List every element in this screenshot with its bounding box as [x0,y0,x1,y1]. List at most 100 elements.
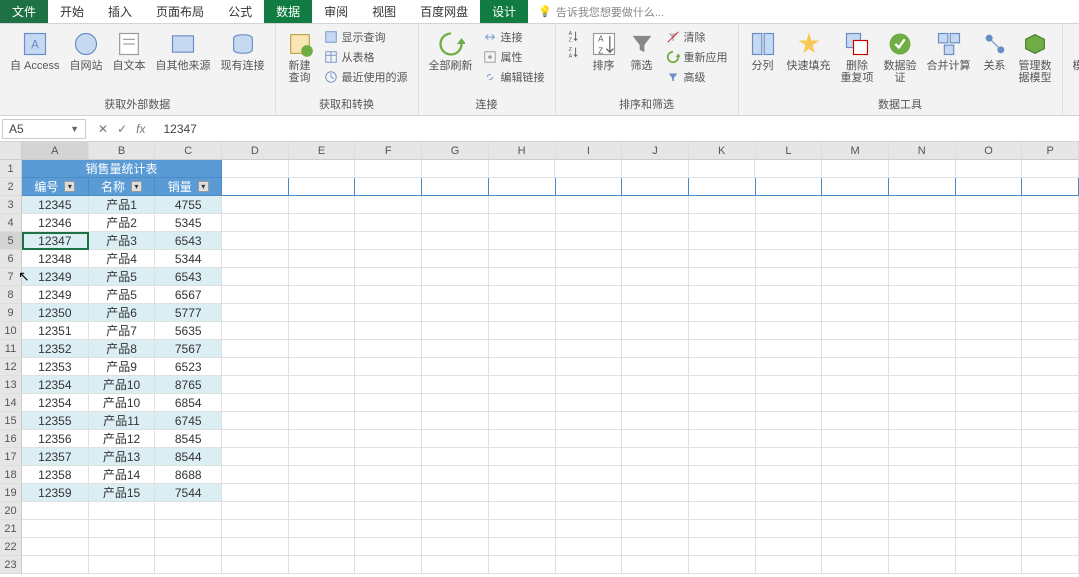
cell[interactable] [822,376,889,394]
cell[interactable]: 12354 [22,394,89,412]
row-header[interactable]: 17 [0,448,22,466]
row-header[interactable]: 21 [0,520,22,538]
cell[interactable] [422,286,489,304]
cell[interactable] [822,412,889,430]
cell[interactable] [956,358,1023,376]
cell[interactable] [1022,502,1079,520]
cell[interactable] [489,394,556,412]
tab-formula[interactable]: 公式 [216,0,264,23]
cell[interactable] [622,556,689,574]
data-validation-button[interactable]: 数据验 证 [880,28,921,86]
cell[interactable] [422,322,489,340]
cell[interactable] [756,304,823,322]
cell[interactable] [822,538,889,556]
cell[interactable] [889,214,956,232]
tab-data[interactable]: 数据 [264,0,312,23]
cell[interactable] [822,448,889,466]
text-to-columns-button[interactable]: 分列 [745,28,781,74]
cell[interactable] [1022,376,1079,394]
cell[interactable]: 12347 [22,232,89,250]
cell[interactable] [1022,484,1079,502]
cell[interactable] [89,556,156,574]
cell[interactable] [489,430,556,448]
cell[interactable]: 产品9 [89,358,156,376]
cell[interactable] [1022,304,1079,322]
cell[interactable]: 12352 [22,340,89,358]
cell[interactable]: 8688 [155,466,222,484]
cell[interactable]: 产品5 [89,268,156,286]
cell[interactable]: 12351 [22,322,89,340]
cell[interactable] [756,466,823,484]
cell[interactable]: 12350 [22,304,89,322]
tab-review[interactable]: 审阅 [312,0,360,23]
cell[interactable] [422,376,489,394]
cell[interactable] [756,556,823,574]
row-header[interactable]: 3 [0,196,22,214]
cell[interactable] [889,250,956,268]
cell[interactable] [422,196,489,214]
cell[interactable] [222,214,289,232]
cell[interactable] [556,394,623,412]
cell[interactable]: 产品1 [89,196,156,214]
cell[interactable]: 8765 [155,376,222,394]
cell[interactable] [822,178,889,196]
cell[interactable] [289,196,356,214]
row-header[interactable]: 11 [0,340,22,358]
cell[interactable] [489,358,556,376]
cell[interactable] [622,232,689,250]
cell[interactable] [889,160,956,178]
cell[interactable] [1022,340,1079,358]
col-header-G[interactable]: G [422,142,489,160]
cell[interactable] [822,466,889,484]
cell[interactable] [489,376,556,394]
cell[interactable] [289,430,356,448]
cell[interactable]: 产品12 [89,430,156,448]
cell[interactable] [355,466,422,484]
formula-input[interactable]: 12347 [153,122,206,136]
cell[interactable] [1022,556,1079,574]
cell[interactable] [556,304,623,322]
cell[interactable]: 产品14 [89,466,156,484]
from-text-button[interactable]: 自文本 [109,28,150,74]
cell[interactable] [355,232,422,250]
cell[interactable] [622,160,689,178]
cell[interactable] [489,556,556,574]
cell[interactable] [422,214,489,232]
row-header[interactable]: 13 [0,376,22,394]
cell[interactable] [289,232,356,250]
cell[interactable] [556,466,623,484]
cell[interactable] [689,214,756,232]
col-header-F[interactable]: F [355,142,422,160]
cell[interactable]: 12359 [22,484,89,502]
cell[interactable] [1022,430,1079,448]
cell[interactable] [289,556,356,574]
cell[interactable] [756,394,823,412]
sort-za-button[interactable]: ZA [562,44,584,60]
cell[interactable] [355,304,422,322]
cell[interactable] [689,196,756,214]
cell[interactable] [956,160,1023,178]
cell[interactable] [22,520,89,538]
cell[interactable] [1022,196,1079,214]
table-title[interactable]: 销售量统计表 [22,160,222,178]
cell[interactable] [822,484,889,502]
cell[interactable] [756,322,823,340]
cell[interactable] [822,502,889,520]
cell[interactable]: 12358 [22,466,89,484]
consolidate-button[interactable]: 合并计算 [923,28,975,74]
col-header-I[interactable]: I [556,142,623,160]
cell[interactable] [222,250,289,268]
row-header[interactable]: 19 [0,484,22,502]
cell[interactable]: 12346 [22,214,89,232]
row-header[interactable]: 6 [0,250,22,268]
cell[interactable] [289,160,356,178]
cell[interactable] [956,250,1023,268]
cell[interactable] [756,268,823,286]
filter-dropdown-icon[interactable]: ▾ [64,181,75,192]
cell[interactable] [556,268,623,286]
cell[interactable] [889,178,956,196]
cell[interactable] [889,340,956,358]
cell[interactable] [689,232,756,250]
cell[interactable] [422,430,489,448]
from-access-button[interactable]: A自 Access [6,28,64,74]
